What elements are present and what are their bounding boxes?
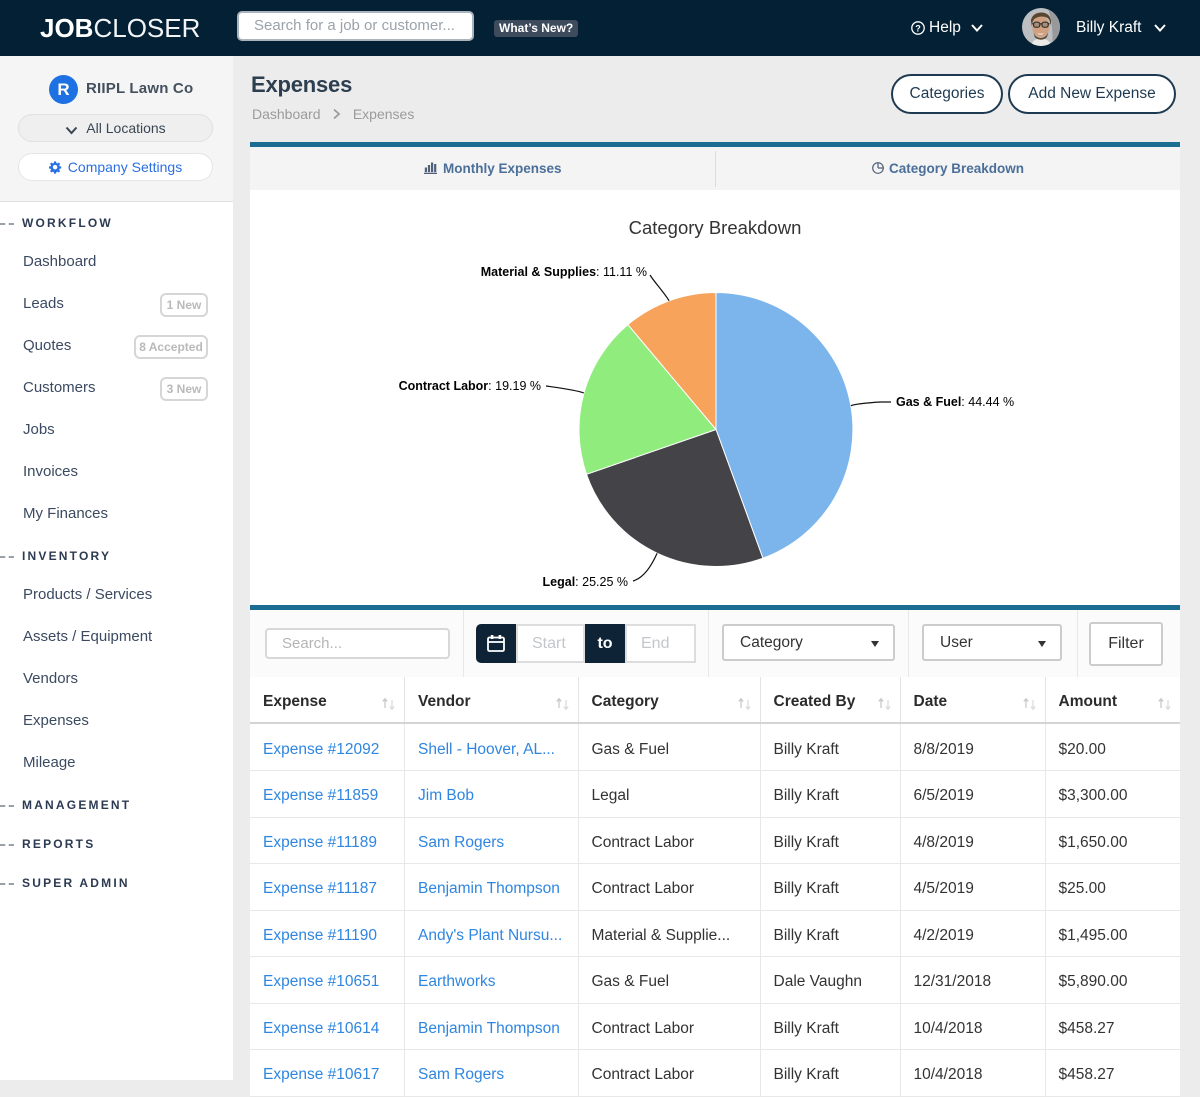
svg-text:?: ? — [915, 23, 921, 33]
svg-text:Gas & Fuel: 44.44 %: Gas & Fuel: 44.44 % — [896, 395, 1014, 409]
svg-text:Category Breakdown: Category Breakdown — [629, 217, 802, 238]
svg-text:Contract Labor: 19.19 %: Contract Labor: 19.19 % — [399, 379, 541, 393]
svg-text:Legal: 25.25 %: Legal: 25.25 % — [543, 575, 628, 589]
svg-text:Material & Supplies: 11.11 %: Material & Supplies: 11.11 % — [481, 265, 647, 279]
